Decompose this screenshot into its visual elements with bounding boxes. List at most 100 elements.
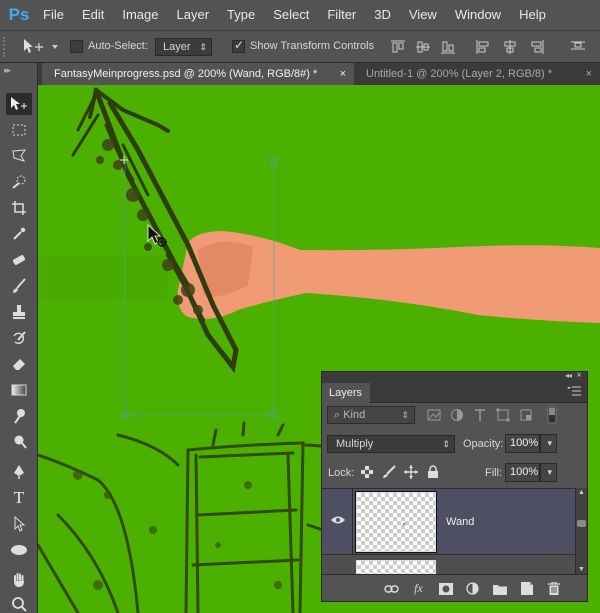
opacity-input[interactable]: 100% xyxy=(505,434,540,453)
page-icon xyxy=(520,582,533,595)
collapse-arrows-icon[interactable]: ▸▸ xyxy=(4,65,11,76)
path-selection-tool[interactable] xyxy=(6,513,32,535)
menu-filter[interactable]: Filter xyxy=(318,0,365,30)
document-tab[interactable]: Untitled-1 @ 200% (Layer 2, RGB/8) * × xyxy=(354,63,600,85)
dodge-icon xyxy=(14,435,27,449)
auto-select-target-dropdown[interactable]: Layer ⇕ xyxy=(155,38,212,56)
layer-thumbnail[interactable] xyxy=(356,560,436,574)
blend-mode-dropdown[interactable]: Multiply ⇕ xyxy=(327,435,455,453)
layers-scrollbar[interactable]: ▲ ▼ xyxy=(575,488,587,574)
align-left-edges-icon[interactable] xyxy=(475,39,491,55)
lock-position-icon[interactable] xyxy=(404,465,418,479)
auto-select-checkbox[interactable] xyxy=(70,40,83,53)
zoom-tool[interactable] xyxy=(6,593,32,613)
type-tool[interactable]: T xyxy=(6,487,32,509)
gradient-tool[interactable] xyxy=(6,379,32,401)
brush-tool[interactable] xyxy=(6,275,32,297)
dropdown-arrows-icon: ⇕ xyxy=(401,410,409,420)
fill-slider-button[interactable]: ▾ xyxy=(540,463,557,482)
folder-icon xyxy=(492,584,507,595)
pixel-layer-filter-icon[interactable] xyxy=(427,408,441,422)
canvas-shade-region xyxy=(38,255,168,300)
layers-tab[interactable]: Layers xyxy=(322,383,370,403)
menu-3d[interactable]: 3D xyxy=(365,0,400,30)
lasso-icon xyxy=(12,149,26,162)
menu-help[interactable]: Help xyxy=(510,0,555,30)
lock-image-pixels-icon[interactable] xyxy=(382,465,396,479)
quick-selection-icon xyxy=(12,175,26,189)
divider xyxy=(352,489,353,555)
eraser-tool[interactable] xyxy=(6,353,32,375)
new-adjustment-layer-icon[interactable] xyxy=(465,581,480,596)
shape-layer-filter-icon[interactable] xyxy=(496,408,510,422)
layer-name[interactable]: Wand xyxy=(446,516,474,528)
type-layer-filter-icon[interactable] xyxy=(473,408,487,422)
document-tab-active[interactable]: FantasyMeinprogress.psd @ 200% (Wand, RG… xyxy=(42,63,354,85)
menu-select[interactable]: Select xyxy=(264,0,318,30)
type-icon: T xyxy=(13,488,25,507)
menu-type[interactable]: Type xyxy=(218,0,264,30)
layer-row-selected[interactable]: Wand xyxy=(322,489,575,555)
adjustment-layer-filter-icon[interactable] xyxy=(450,408,464,422)
align-bottom-edges-icon[interactable] xyxy=(440,39,456,55)
add-layer-mask-icon[interactable] xyxy=(438,581,453,596)
lock-transparent-pixels-icon[interactable] xyxy=(360,465,374,479)
pen-tool[interactable] xyxy=(6,461,32,483)
polygonal-lasso-tool[interactable] xyxy=(6,145,32,167)
new-group-icon[interactable] xyxy=(492,581,507,596)
fill-input[interactable]: 100% xyxy=(505,463,540,482)
scroll-down-icon[interactable]: ▼ xyxy=(578,566,585,573)
spot-healing-brush-tool[interactable] xyxy=(6,249,32,271)
close-tab-icon[interactable]: × xyxy=(586,63,592,85)
layer-list: Wand xyxy=(322,488,575,574)
move-tool[interactable] xyxy=(6,93,32,115)
menu-layer[interactable]: Layer xyxy=(168,0,219,30)
tool-preset-picker[interactable] xyxy=(22,37,62,57)
rectangular-marquee-tool[interactable] xyxy=(6,119,32,141)
close-tab-icon[interactable]: × xyxy=(340,63,346,85)
align-horizontal-centers-icon[interactable] xyxy=(502,39,518,55)
menu-edit[interactable]: Edit xyxy=(73,0,113,30)
link-layers-icon[interactable] xyxy=(384,581,399,596)
add-layer-style-icon[interactable]: fx xyxy=(411,581,426,596)
thumbnail-content xyxy=(402,522,406,526)
align-right-edges-icon[interactable] xyxy=(529,39,545,55)
delete-layer-icon[interactable] xyxy=(546,581,561,596)
collapse-panel-icon[interactable]: ◂◂ xyxy=(565,371,572,380)
smart-object-filter-icon[interactable] xyxy=(519,408,533,422)
visibility-eye-icon[interactable] xyxy=(331,515,345,525)
hand-tool[interactable] xyxy=(6,569,32,591)
show-transform-controls-checkbox[interactable] xyxy=(232,38,245,53)
move-tool-icon xyxy=(24,39,58,53)
crop-tool[interactable] xyxy=(6,197,32,219)
lock-all-icon[interactable] xyxy=(426,465,440,479)
options-bar-grip[interactable] xyxy=(3,37,7,57)
align-vertical-centers-icon[interactable] xyxy=(415,39,431,55)
distribute-top-edges-icon[interactable] xyxy=(570,39,586,55)
new-layer-icon[interactable] xyxy=(519,581,534,596)
panel-menu-icon[interactable] xyxy=(567,386,581,399)
dodge-tool[interactable] xyxy=(6,431,32,453)
opacity-slider-button[interactable]: ▾ xyxy=(540,434,557,453)
chevron-down-icon: ▾ xyxy=(547,467,552,477)
menu-image[interactable]: Image xyxy=(113,0,167,30)
layer-thumbnail[interactable] xyxy=(355,491,437,553)
move-tool-icon xyxy=(11,97,27,110)
quick-selection-tool[interactable] xyxy=(6,171,32,193)
smudge-tool[interactable] xyxy=(6,405,32,427)
menu-file[interactable]: File xyxy=(34,0,73,30)
menu-view[interactable]: View xyxy=(400,0,446,30)
scroll-up-icon[interactable]: ▲ xyxy=(578,489,585,496)
close-panel-icon[interactable]: × xyxy=(576,370,582,381)
link-icon xyxy=(384,584,399,593)
eyedropper-tool[interactable] xyxy=(6,223,32,245)
filter-toggle-icon[interactable] xyxy=(547,406,557,424)
pen-icon xyxy=(14,465,24,479)
clone-stamp-tool[interactable] xyxy=(6,301,32,323)
filter-kind-dropdown[interactable]: ⌕ Kind ⇕ xyxy=(327,406,415,424)
menu-window[interactable]: Window xyxy=(446,0,510,30)
history-brush-tool[interactable] xyxy=(6,327,32,349)
align-top-edges-icon[interactable] xyxy=(390,39,406,55)
scrollbar-thumb[interactable] xyxy=(577,520,586,527)
ellipse-tool[interactable] xyxy=(6,539,32,561)
